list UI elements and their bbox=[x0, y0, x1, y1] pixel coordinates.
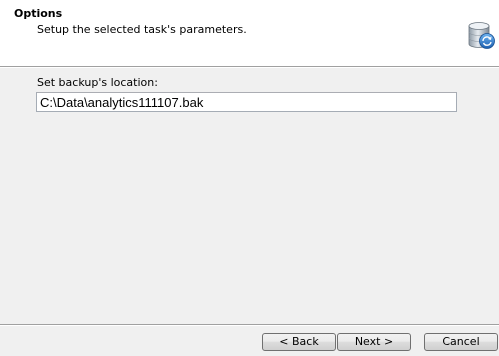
wizard-header: Options Setup the selected task's parame… bbox=[0, 0, 499, 66]
backup-location-input[interactable] bbox=[36, 92, 457, 112]
cancel-button[interactable]: Cancel bbox=[424, 333, 498, 351]
page-subtitle: Setup the selected task's parameters. bbox=[37, 23, 247, 36]
back-button[interactable]: < Back bbox=[262, 333, 336, 351]
backup-location-label: Set backup's location: bbox=[37, 76, 158, 89]
page-title: Options bbox=[14, 7, 63, 20]
database-backup-icon bbox=[466, 20, 496, 50]
header-divider-highlight bbox=[0, 67, 499, 68]
next-button[interactable]: Next > bbox=[337, 333, 411, 351]
footer-divider-highlight bbox=[0, 325, 499, 326]
